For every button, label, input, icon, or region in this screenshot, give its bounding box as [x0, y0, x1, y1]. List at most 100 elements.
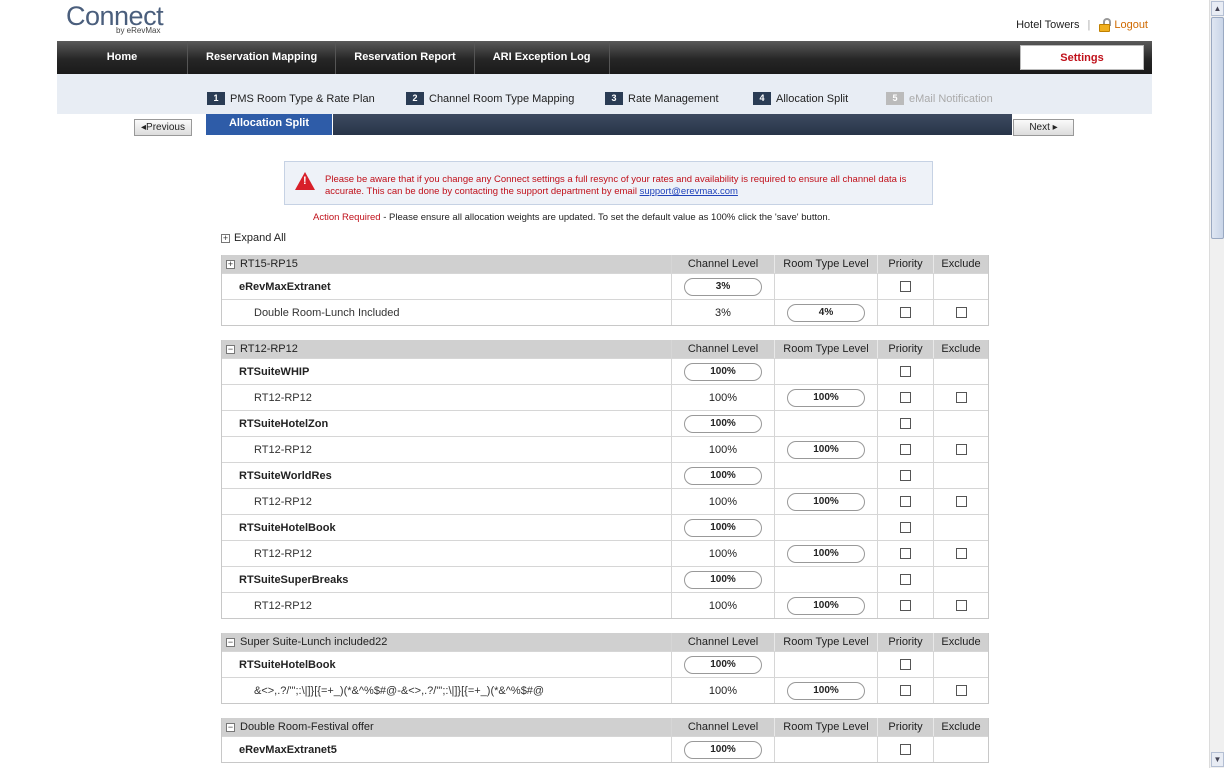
room-type-level-input[interactable]: 100%	[787, 492, 865, 511]
step-number: 1	[207, 92, 225, 105]
collapse-icon[interactable]: −	[226, 344, 235, 354]
channel-level-input[interactable]: 100%	[684, 414, 762, 433]
channel-name: RTSuiteHotelBook	[222, 515, 672, 540]
room-type-level-input[interactable]: 100%	[787, 596, 865, 615]
support-email-link[interactable]: support@erevmax.com	[640, 186, 738, 197]
exclude-checkbox[interactable]	[955, 685, 967, 696]
warning-message: Please be aware that if you change any C…	[325, 174, 925, 198]
room-type-row: Double Room-Lunch Included 3% 4%	[222, 299, 988, 325]
exclude-checkbox[interactable]	[955, 600, 967, 611]
exclude-empty	[934, 359, 988, 384]
col-header-exclude: Exclude	[941, 636, 981, 648]
room-type-row: RT12-RP12 100% 100%	[222, 488, 988, 514]
nav-reservation-mapping[interactable]: Reservation Mapping	[188, 41, 337, 74]
room-type-level-input[interactable]: 100%	[787, 388, 865, 407]
priority-checkbox[interactable]	[900, 685, 911, 696]
exclude-checkbox[interactable]	[955, 548, 967, 559]
step-allocation-split[interactable]: 4 Allocation Split	[753, 92, 848, 105]
room-type-level-input[interactable]: 100%	[787, 544, 865, 563]
priority-checkbox[interactable]	[900, 744, 911, 755]
priority-checkbox[interactable]	[900, 496, 911, 507]
channel-level-input[interactable]: 100%	[684, 655, 762, 674]
priority-checkbox[interactable]	[900, 659, 911, 670]
header-separator: |	[1087, 19, 1091, 31]
priority-checkbox[interactable]	[900, 600, 911, 611]
scrollbar-thumb[interactable]	[1211, 17, 1224, 239]
room-type-level-input[interactable]: 100%	[787, 681, 865, 700]
step-label: eMail Notification	[909, 92, 993, 105]
channel-level-input[interactable]: 3%	[684, 277, 762, 296]
previous-button[interactable]: ◂Previous	[134, 119, 192, 136]
priority-checkbox[interactable]	[900, 366, 911, 377]
channel-level-input[interactable]: 100%	[684, 518, 762, 537]
exclude-empty	[934, 463, 988, 488]
action-required-text: - Please ensure all allocation weights a…	[380, 212, 831, 223]
priority-checkbox[interactable]	[900, 444, 911, 455]
step-label: PMS Room Type & Rate Plan	[230, 92, 375, 105]
channel-row: RTSuiteWorldRes 100%	[222, 462, 988, 488]
brand-logo[interactable]: Connect by eRevMax	[66, 2, 164, 35]
priority-checkbox[interactable]	[900, 548, 911, 559]
next-button[interactable]: Next ▸	[1013, 119, 1074, 136]
col-header-channel: Channel Level	[672, 718, 775, 736]
priority-checkbox[interactable]	[900, 522, 911, 533]
col-header-room-type: Room Type Level	[775, 633, 878, 651]
channel-level-input[interactable]: 100%	[684, 362, 762, 381]
exclude-checkbox[interactable]	[955, 392, 967, 403]
exclude-checkbox[interactable]	[955, 307, 967, 318]
step-number: 2	[406, 92, 424, 105]
scroll-down-icon[interactable]: ▼	[1211, 752, 1224, 767]
channel-level-value: 100%	[672, 678, 775, 703]
nav-ari-exception-log[interactable]: ARI Exception Log	[475, 41, 610, 74]
allocation-group: − RT12-RP12 Channel Level Room Type Level Pr…	[221, 340, 989, 619]
priority-checkbox[interactable]	[900, 470, 911, 481]
channel-level-input[interactable]: 100%	[684, 466, 762, 485]
priority-checkbox[interactable]	[900, 307, 911, 318]
vertical-scrollbar[interactable]: ▲ ▼	[1209, 0, 1224, 768]
priority-checkbox[interactable]	[900, 574, 911, 585]
exclude-checkbox[interactable]	[955, 444, 967, 455]
header-user-area: Hotel Towers | Logout	[1016, 18, 1148, 32]
channel-name: RTSuiteWHIP	[222, 359, 672, 384]
channel-level-input[interactable]: 100%	[684, 570, 762, 589]
expand-all-toggle[interactable]: + Expand All	[221, 232, 286, 244]
group-title-cell: − RT12-RP12	[222, 340, 672, 358]
step-rate-management[interactable]: 3 Rate Management	[605, 92, 719, 105]
col-header-priority: Priority	[878, 255, 934, 273]
priority-checkbox[interactable]	[900, 392, 911, 403]
scroll-up-icon[interactable]: ▲	[1211, 1, 1224, 16]
room-type-level-empty	[775, 737, 878, 762]
nav-home[interactable]: Home	[57, 41, 188, 74]
step-channel-room-type[interactable]: 2 Channel Room Type Mapping	[406, 92, 574, 105]
nav-reservation-report[interactable]: Reservation Report	[336, 41, 475, 74]
group-title-cell: − Super Suite-Lunch included22	[222, 633, 672, 651]
group-title: Double Room-Festival offer	[240, 721, 374, 733]
room-type-name: RT12-RP12	[222, 593, 672, 618]
logout-link[interactable]: Logout	[1098, 18, 1148, 32]
channel-name: RTSuiteSuperBreaks	[222, 567, 672, 592]
channel-level-input[interactable]: 100%	[684, 740, 762, 759]
collapse-icon[interactable]: −	[226, 722, 235, 732]
expand-icon[interactable]: +	[226, 259, 235, 269]
priority-checkbox[interactable]	[900, 418, 911, 429]
room-type-level-input[interactable]: 4%	[787, 303, 865, 322]
collapse-icon[interactable]: −	[226, 637, 235, 647]
channel-name: eRevMaxExtranet5	[222, 737, 672, 762]
nav-settings[interactable]: Settings	[1020, 45, 1144, 70]
room-type-level-input[interactable]: 100%	[787, 440, 865, 459]
step-number: 5	[886, 92, 904, 105]
col-header-channel: Channel Level	[672, 633, 775, 651]
channel-name: eRevMaxExtranet	[222, 274, 672, 299]
page: Connect by eRevMax Hotel Towers | Logout…	[0, 0, 1224, 768]
group-title: RT15-RP15	[240, 258, 298, 270]
room-type-level-empty	[775, 652, 878, 677]
col-header-exclude: Exclude	[941, 721, 981, 733]
exclude-checkbox[interactable]	[955, 496, 967, 507]
priority-checkbox[interactable]	[900, 281, 911, 292]
step-pms-room-type[interactable]: 1 PMS Room Type & Rate Plan	[207, 92, 375, 105]
channel-row: RTSuiteWHIP 100%	[222, 358, 988, 384]
exclude-empty	[934, 567, 988, 592]
tab-allocation-split[interactable]: Allocation Split	[206, 114, 333, 135]
col-header-exclude: Exclude	[941, 258, 981, 270]
warning-notice: ! Please be aware that if you change any…	[284, 161, 933, 205]
